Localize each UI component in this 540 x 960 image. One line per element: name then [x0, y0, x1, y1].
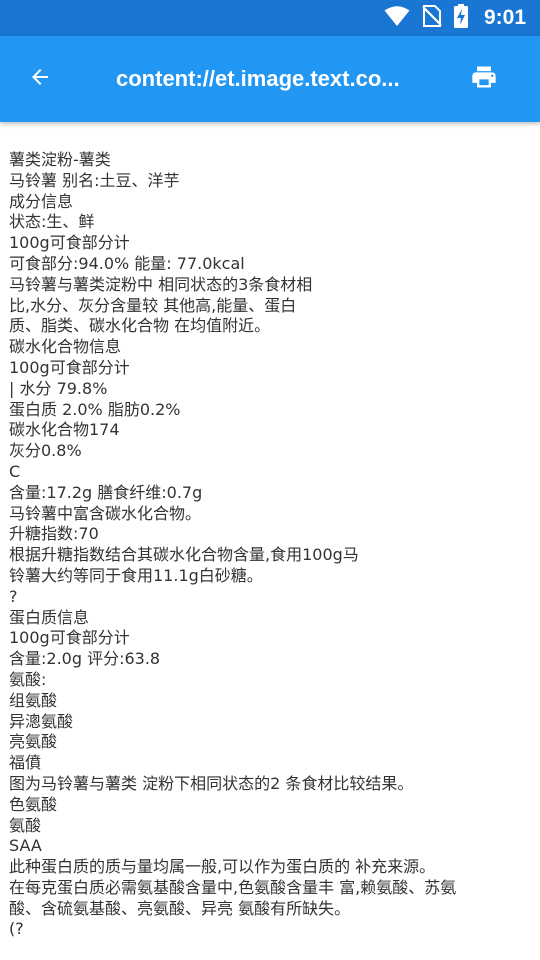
document-text: 薯类淀粉-薯类 马铃薯 别名:土豆、洋芋 成分信息 状态:生、鲜 100g可食部分计 可食… — [9, 150, 534, 940]
back-button[interactable] — [16, 55, 64, 103]
document-line: 亮氨酸 — [9, 732, 58, 752]
document-line: 色氨酸 — [9, 794, 58, 814]
document-line: 100g可食部分计 — [9, 357, 130, 377]
document-line: 马铃薯与薯类淀粉中 相同状态的3条食材相 — [9, 274, 313, 294]
document-line: 含量:17.2g 膳食纤维:0.7g — [9, 482, 203, 502]
document-line: 酸、含硫氨基酸、亮氨酸、异亮 氨酸有所缺失。 — [9, 898, 351, 918]
document-line: 氨酸 — [9, 815, 42, 835]
document-line: 比,水分、灰分含量较 其他高,能量、蛋白 — [9, 295, 297, 315]
document-line: 氨酸: — [9, 669, 47, 689]
wifi-icon — [384, 5, 410, 31]
document-line: (? — [9, 919, 24, 939]
document-line: | 水分 79.8% — [9, 378, 108, 398]
document-line: 组氨酸 — [9, 690, 58, 710]
document-line: 灰分0.8% — [9, 441, 82, 461]
document-line: 蛋白质 2.0% 脂肪0.2% — [9, 399, 181, 419]
document-line: ? — [9, 586, 18, 606]
document-line: 可食部分:94.0% 能量: 77.0kcal — [9, 253, 245, 273]
document-line: 根据升糖指数结合其碳水化合物含量,食用100g马 — [9, 545, 359, 565]
document-line: 薯类淀粉-薯类 — [9, 150, 111, 169]
status-icons: 9:01 — [384, 0, 526, 36]
document-line: 在每克蛋白质必需氨基酸含量中,色氨酸含量丰 富,赖氨酸、苏氨 — [9, 877, 457, 897]
no-sim-icon — [422, 4, 442, 32]
document-line: 成分信息 — [9, 191, 74, 211]
document-line: 马铃薯中富含碳水化合物。 — [9, 503, 202, 523]
document-line: 100g可食部分计 — [9, 628, 130, 648]
document-line: 图为马铃薯与薯类 淀粉下相同状态的2 条食材比较结果。 — [9, 773, 414, 793]
document-line: 福僨 — [9, 753, 42, 773]
arrow-back-icon — [28, 65, 52, 93]
document-line: 状态:生、鲜 — [9, 212, 95, 232]
app-title: content://et.image.text.co... — [116, 66, 400, 91]
document-line: 含量:2.0g 评分:63.8 — [9, 649, 161, 669]
app-bar: content://et.image.text.co... — [0, 36, 540, 122]
document-line: SAA — [9, 836, 42, 856]
status-bar: 9:01 — [0, 0, 540, 36]
document-line: 此种蛋白质的质与量均属一般,可以作为蛋白质的 补充来源。 — [9, 857, 436, 877]
document-line: 升糖指数:70 — [9, 524, 99, 544]
document-line: 蛋白质信息 — [9, 607, 90, 627]
document-line: 碳水化合物174 — [9, 420, 120, 440]
document-line: 马铃薯 别名:土豆、洋芋 — [9, 170, 180, 190]
document-line: 100g可食部分计 — [9, 233, 130, 253]
document-line: 质、脂类、碳水化合物 在均值附近。 — [9, 316, 271, 336]
battery-charging-icon — [453, 4, 468, 32]
document-line: 碳水化合物信息 — [9, 337, 122, 357]
document-line: 铃薯大约等同于食用11.1g白砂糖。 — [9, 565, 263, 585]
status-time: 9:01 — [483, 6, 526, 29]
document-line: C — [9, 461, 21, 481]
print-icon — [470, 63, 498, 95]
print-button[interactable] — [460, 55, 508, 103]
document-line: 异漗氨酸 — [9, 711, 74, 731]
